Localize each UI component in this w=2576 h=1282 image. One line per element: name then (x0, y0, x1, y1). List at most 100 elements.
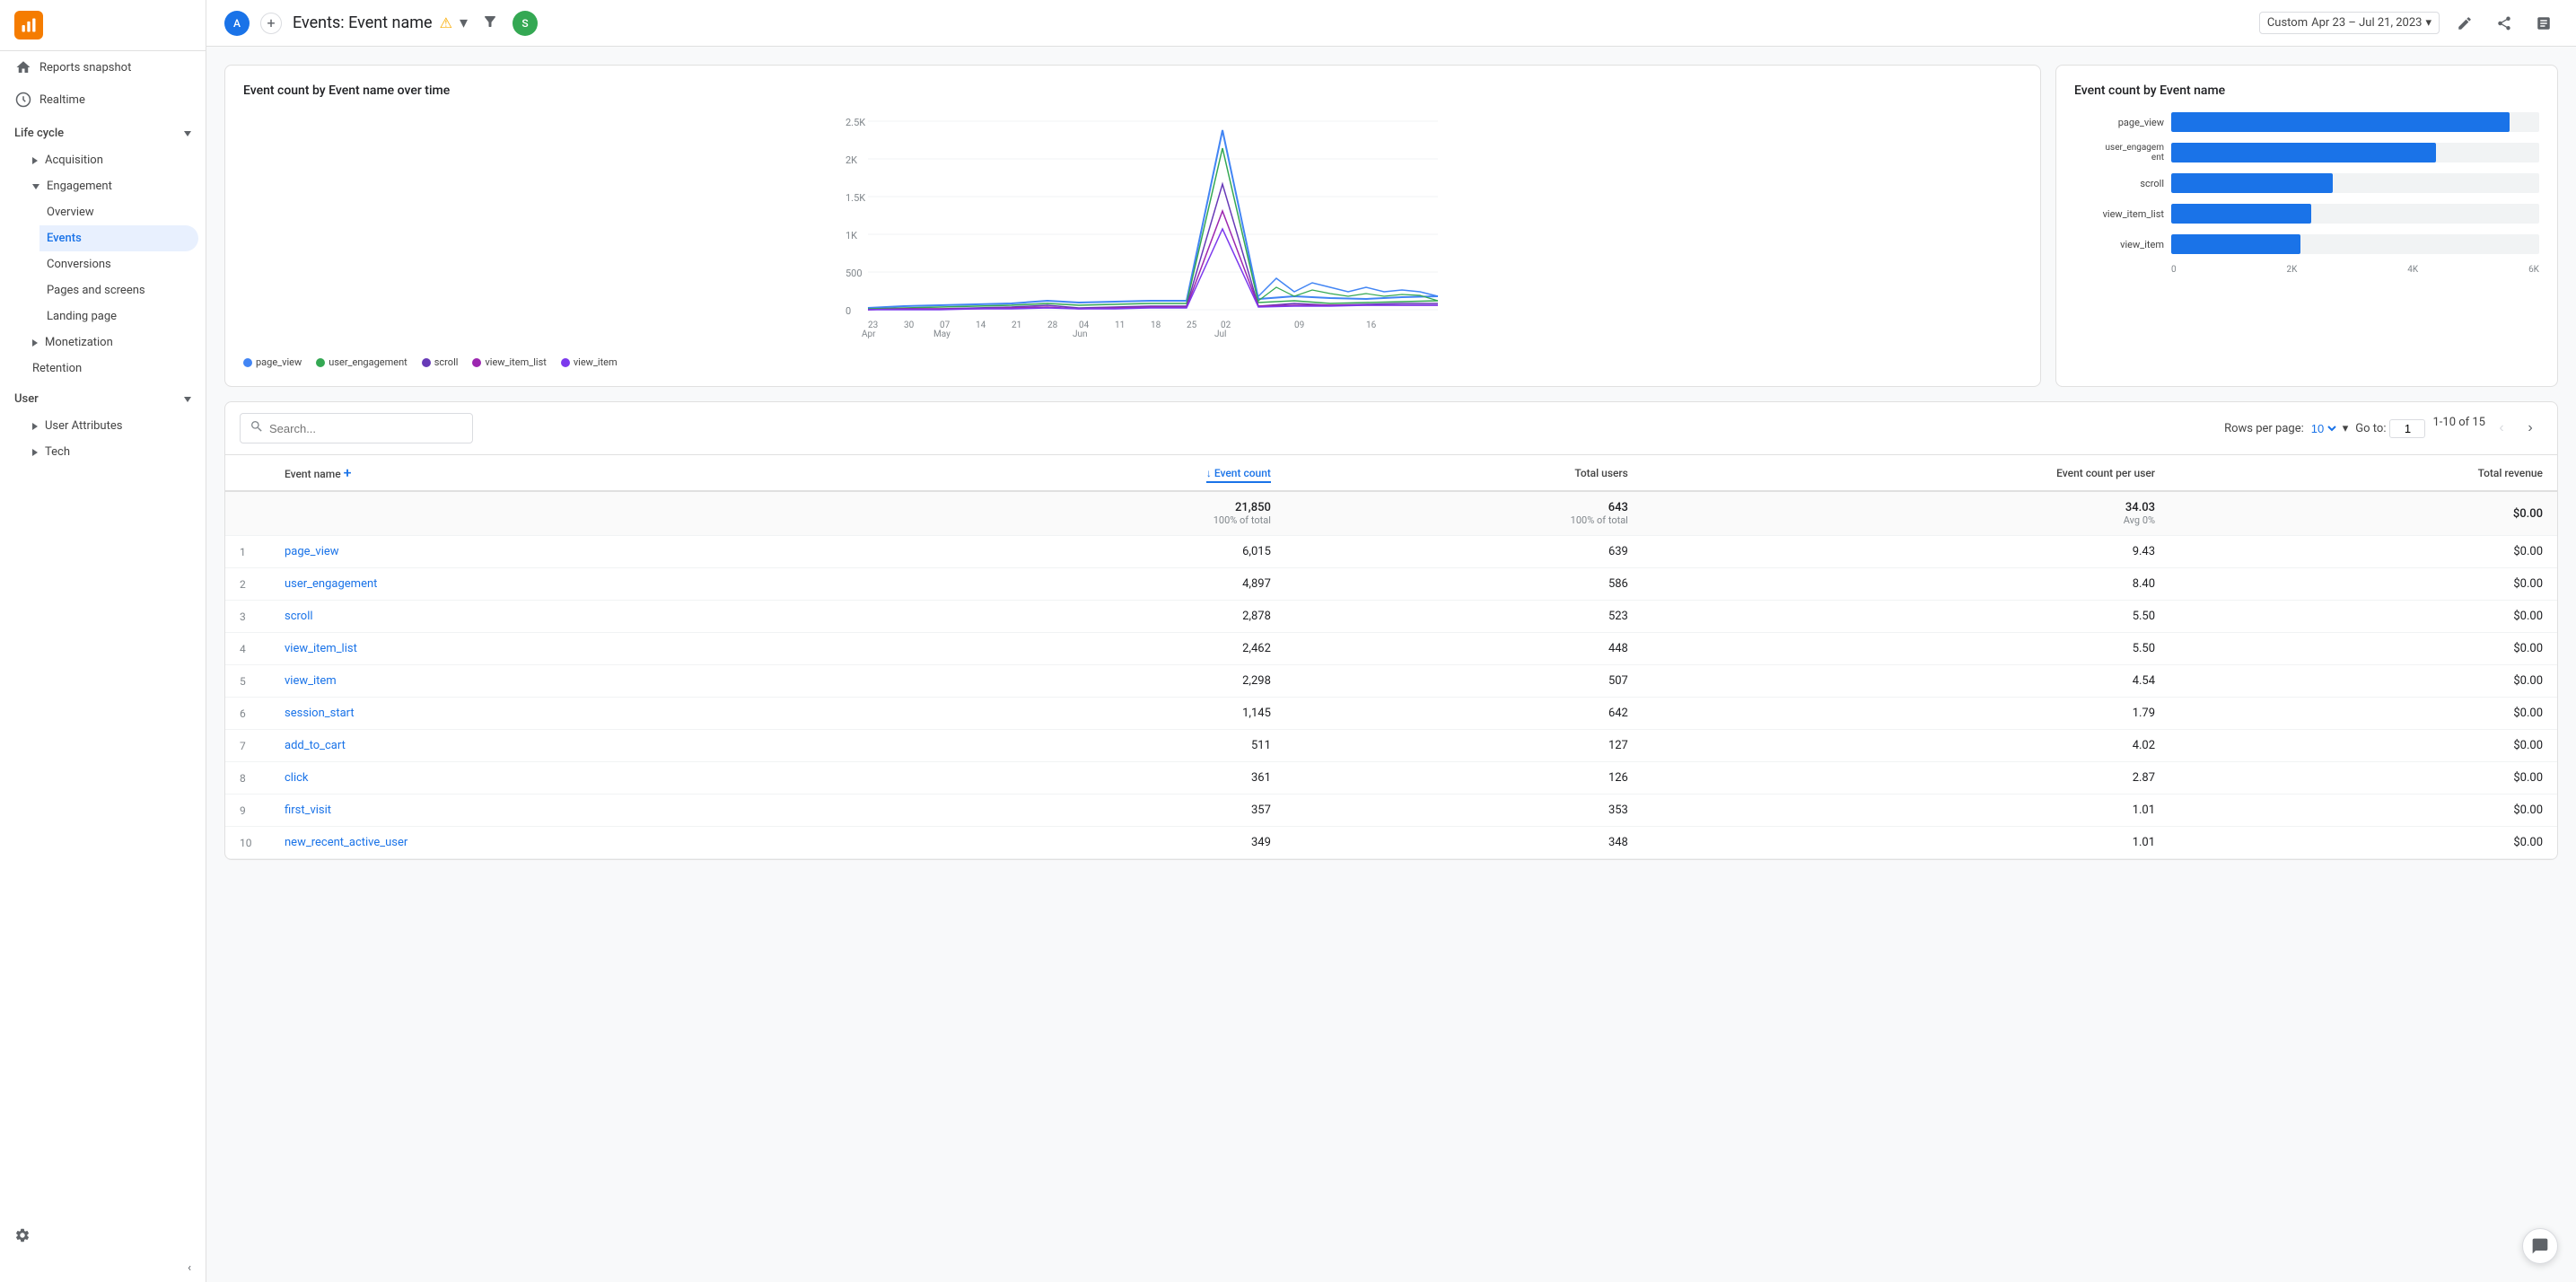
charts-row: Event count by Event name over time 2.5K… (224, 65, 2558, 387)
event-name-link[interactable]: first_visit (285, 803, 331, 817)
event-name-link[interactable]: add_to_cart (285, 739, 346, 752)
row-num: 9 (225, 795, 270, 827)
filter-btn[interactable] (482, 13, 498, 33)
bar-row-view-item-list: view_item_list (2074, 204, 2539, 224)
svg-text:Jun: Jun (1073, 329, 1088, 339)
engagement-expand-icon (32, 184, 39, 189)
col-event-name-header[interactable]: Event name + (270, 455, 899, 491)
row-event-name: page_view (270, 536, 899, 568)
event-name-link[interactable]: new_recent_active_user (285, 836, 407, 849)
bar-track-scroll (2171, 173, 2539, 193)
sidebar-item-engagement[interactable]: Engagement (25, 173, 198, 199)
conversions-label: Conversions (47, 258, 111, 271)
svg-text:09: 09 (1294, 320, 1304, 330)
sidebar-logo (0, 0, 206, 51)
landing-page-label: Landing page (47, 310, 117, 323)
col-revenue-header[interactable]: Total revenue (2169, 455, 2557, 491)
title-dropdown-icon[interactable]: ▾ (460, 13, 468, 32)
sidebar-item-events[interactable]: Events (39, 225, 198, 251)
bar-label-view-item: view_item (2074, 239, 2164, 250)
svg-text:May: May (933, 329, 951, 339)
legend-scroll: scroll (422, 356, 459, 368)
bar-fill-view-item-list (2171, 204, 2311, 224)
user-header[interactable]: User (0, 385, 206, 413)
row-event-count: 2,878 (899, 601, 1285, 633)
add-column-btn[interactable]: + (344, 464, 352, 481)
analytics-logo-icon (14, 11, 43, 40)
rows-per-page-label: Rows per page: (2224, 422, 2304, 435)
rows-per-page-select[interactable]: 10 25 50 (2308, 421, 2339, 436)
reports-snapshot-label: Reports snapshot (39, 61, 131, 75)
col-ecpu-header[interactable]: Event count per user (1643, 455, 2169, 491)
col-event-count-header[interactable]: ↓ Event count (899, 455, 1285, 491)
retention-label: Retention (32, 362, 82, 375)
prev-page-btn[interactable]: ‹ (2489, 416, 2514, 441)
user-avatar[interactable]: A (224, 11, 250, 36)
row-ecpu: 8.40 (1643, 568, 2169, 601)
row-ecpu: 1.79 (1643, 698, 2169, 730)
event-name-link[interactable]: page_view (285, 545, 339, 558)
row-event-count: 357 (899, 795, 1285, 827)
date-range-picker[interactable]: Custom Apr 23 – Jul 21, 2023 ▾ (2259, 12, 2440, 34)
date-range-text: Apr 23 – Jul 21, 2023 (2311, 16, 2422, 30)
next-page-btn[interactable]: › (2518, 416, 2543, 441)
bar-track-view-item (2171, 234, 2539, 254)
sidebar-item-landing-page[interactable]: Landing page (39, 303, 198, 329)
row-revenue: $0.00 (2169, 762, 2557, 795)
row-num: 2 (225, 568, 270, 601)
totals-users: 643 100% of total (1285, 491, 1643, 536)
sidebar-item-user-attributes[interactable]: User Attributes (25, 413, 198, 439)
event-name-link[interactable]: user_engagement (285, 577, 377, 591)
secondary-avatar[interactable]: S (513, 11, 538, 36)
row-total-users: 639 (1285, 536, 1643, 568)
sidebar-item-reports-snapshot[interactable]: Reports snapshot (0, 51, 198, 83)
event-name-link[interactable]: session_start (285, 707, 355, 720)
sidebar-collapse-btn[interactable]: ‹ (0, 1254, 206, 1282)
search-input[interactable] (269, 422, 463, 435)
row-event-count: 6,015 (899, 536, 1285, 568)
sidebar-settings[interactable] (0, 1216, 206, 1254)
totals-event-count: 21,850 100% of total (899, 491, 1285, 536)
bar-chart-card: Event count by Event name page_view user… (2055, 65, 2558, 387)
row-event-count: 511 (899, 730, 1285, 762)
sidebar-item-realtime[interactable]: Realtime (0, 83, 198, 116)
sidebar-item-tech[interactable]: Tech (25, 439, 198, 465)
sidebar: Reports snapshot Realtime Life cycle Acq… (0, 0, 206, 1282)
sidebar-item-retention[interactable]: Retention (25, 356, 198, 382)
event-name-link[interactable]: view_item (285, 674, 337, 688)
event-name-link[interactable]: scroll (285, 610, 313, 623)
row-ecpu: 4.54 (1643, 665, 2169, 698)
col-event-name-label: Event name (285, 468, 341, 480)
lifecycle-children: Acquisition Engagement Overview Events C… (0, 147, 206, 382)
event-name-link[interactable]: click (285, 771, 309, 785)
share-btn[interactable] (2490, 9, 2519, 38)
sidebar-item-monetization[interactable]: Monetization (25, 329, 198, 356)
tech-label: Tech (45, 445, 70, 459)
col-total-users-header[interactable]: Total users (1285, 455, 1643, 491)
event-name-link[interactable]: view_item_list (285, 642, 357, 655)
user-section-label: User (14, 392, 39, 406)
row-num: 8 (225, 762, 270, 795)
lifecycle-chevron-icon (184, 131, 191, 136)
add-comparison-btn[interactable]: + (260, 13, 282, 34)
chat-bubble-btn[interactable] (2522, 1228, 2558, 1264)
row-ecpu: 1.01 (1643, 827, 2169, 859)
topbar: A + Events: Event name ⚠ ▾ S Custom Apr … (206, 0, 2576, 47)
legend-view-item-list-label: view_item_list (485, 356, 546, 368)
row-ecpu: 9.43 (1643, 536, 2169, 568)
row-event-count: 349 (899, 827, 1285, 859)
table-row: 8 click 361 126 2.87 $0.00 (225, 762, 2557, 795)
totals-row: 21,850 100% of total 643 100% of total 3… (225, 491, 2557, 536)
date-chevron-icon: ▾ (2425, 16, 2431, 30)
sidebar-item-overview[interactable]: Overview (39, 199, 198, 225)
sidebar-item-acquisition[interactable]: Acquisition (25, 147, 198, 173)
edit-report-btn[interactable] (2450, 9, 2479, 38)
sidebar-item-pages-and-screens[interactable]: Pages and screens (39, 277, 198, 303)
sidebar-item-conversions[interactable]: Conversions (39, 251, 198, 277)
scroll-dot (422, 358, 431, 367)
search-box[interactable] (240, 413, 473, 443)
go-to-input[interactable] (2389, 419, 2425, 438)
insights-btn[interactable] (2529, 9, 2558, 38)
lifecycle-header[interactable]: Life cycle (0, 119, 206, 147)
row-total-users: 348 (1285, 827, 1643, 859)
